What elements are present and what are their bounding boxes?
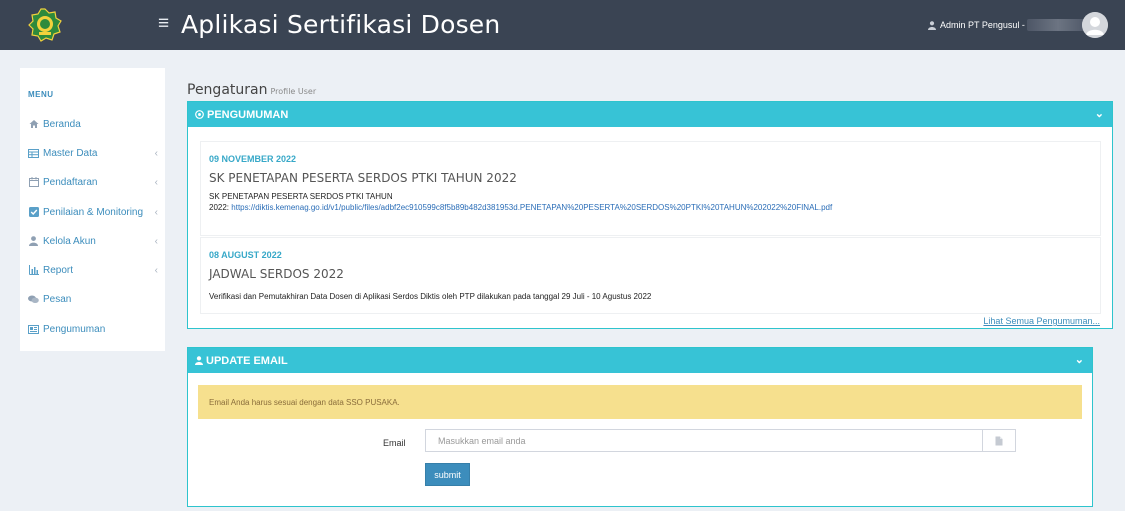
sidebar-item-report[interactable]: Report ‹ — [28, 260, 162, 280]
page-subtitle: Profile User — [270, 87, 317, 96]
user-label: Admin PT Pengusul - — [940, 20, 1025, 30]
chevron-left-icon: ‹ — [154, 147, 158, 159]
announcement-file-link[interactable]: https://diktis.kemenag.go.id/v1/public/f… — [231, 203, 832, 212]
sidebar-item-label: Pesan — [43, 293, 72, 305]
bar-chart-icon — [28, 265, 39, 276]
menu-header: MENU — [28, 90, 54, 99]
sidebar-item-kelola-akun[interactable]: Kelola Akun ‹ — [28, 231, 162, 251]
sidebar-item-label: Penilaian & Monitoring — [43, 206, 144, 218]
update-email-title: UPDATE EMAIL — [206, 354, 288, 367]
bullhorn-icon — [195, 110, 204, 119]
newspaper-icon — [28, 324, 39, 335]
announcement-title[interactable]: SK PENETAPAN PESERTA SERDOS PTKI TAHUN 2… — [209, 171, 517, 185]
update-email-box: UPDATE EMAIL ⌄ Email Anda harus sesuai d… — [187, 347, 1093, 507]
announcement-body-line: 2022: https://diktis.kemenag.go.id/v1/pu… — [209, 202, 832, 213]
sidebar-item-label: Master Data — [43, 147, 98, 159]
user-avatar-icon — [1082, 12, 1108, 38]
kemenag-emblem-icon — [28, 8, 62, 42]
sidebar-item-label: Pendaftaran — [43, 176, 98, 188]
top-navbar: ≡ Aplikasi Sertifikasi Dosen Admin PT Pe… — [0, 0, 1125, 50]
announcement-date: 08 AUGUST 2022 — [209, 250, 282, 260]
sidebar-item-pendaftaran[interactable]: Pendaftaran ‹ — [28, 172, 162, 192]
sidebar-item-pengumuman[interactable]: Pengumuman — [28, 319, 162, 339]
chevron-left-icon: ‹ — [154, 206, 158, 218]
email-label: Email — [383, 438, 406, 448]
chevron-left-icon: ‹ — [154, 176, 158, 188]
announcements-header: PENGUMUMAN ⌄ — [188, 102, 1112, 127]
comments-icon — [28, 294, 39, 305]
announcement-body-line: SK PENETAPAN PESERTA SERDOS PTKI TAHUN — [209, 192, 393, 201]
announcement-body-prefix: 2022: — [209, 203, 230, 212]
update-email-header: UPDATE EMAIL ⌄ — [188, 348, 1092, 373]
app-logo[interactable] — [0, 0, 90, 50]
sidebar-item-label: Kelola Akun — [43, 235, 96, 247]
user-icon — [195, 356, 203, 365]
page-title: Pengaturan Profile User — [187, 82, 316, 98]
email-warning-alert: Email Anda harus sesuai dengan data SSO … — [198, 385, 1082, 419]
app-title: Aplikasi Sertifikasi Dosen — [181, 10, 501, 39]
email-field[interactable] — [425, 429, 1016, 452]
sidebar-item-master-data[interactable]: Master Data ‹ — [28, 143, 162, 163]
announcement-body: Verifikasi dan Pemutakhiran Data Dosen d… — [209, 292, 652, 301]
announcement-title[interactable]: JADWAL SERDOS 2022 — [209, 267, 344, 281]
chevron-left-icon: ‹ — [154, 264, 158, 276]
announcement-body: SK PENETAPAN PESERTA SERDOS PTKI TAHUN 2… — [209, 191, 832, 213]
collapse-chevron-icon[interactable]: ⌄ — [1075, 353, 1084, 366]
see-all-announcements-link[interactable]: Lihat Semua Pengumuman... — [983, 316, 1100, 326]
sidebar-item-label: Pengumuman — [43, 323, 106, 335]
user-menu[interactable]: Admin PT Pengusul - — [928, 17, 1089, 33]
sidebar-item-pesan[interactable]: Pesan — [28, 289, 162, 309]
announcement-item: 08 AUGUST 2022 JADWAL SERDOS 2022 Verifi… — [200, 237, 1101, 314]
announcements-box: PENGUMUMAN ⌄ 09 NOVEMBER 2022 SK PENETAP… — [187, 101, 1113, 329]
collapse-chevron-icon[interactable]: ⌄ — [1095, 107, 1104, 120]
chevron-left-icon: ‹ — [154, 235, 158, 247]
user-icon — [28, 236, 39, 247]
file-icon — [995, 436, 1003, 445]
hamburger-icon[interactable]: ≡ — [158, 13, 169, 35]
user-icon — [928, 20, 936, 30]
sidebar-item-penilaian-monitoring[interactable]: Penilaian & Monitoring ‹ — [28, 202, 162, 222]
calendar-icon — [28, 177, 39, 188]
home-icon — [28, 119, 39, 130]
redacted-username — [1026, 19, 1089, 31]
input-addon — [982, 430, 1015, 451]
sidebar-item-label: Beranda — [43, 118, 81, 130]
announcements-title: PENGUMUMAN — [207, 108, 289, 121]
sidebar-item-beranda[interactable]: Beranda — [28, 114, 162, 134]
sidebar-item-label: Report — [43, 264, 74, 276]
sidebar: MENU Beranda Master Data ‹ Pendaftaran ‹… — [20, 68, 165, 351]
submit-button[interactable]: submit — [425, 463, 470, 486]
check-square-icon — [28, 207, 39, 218]
announcement-item: 09 NOVEMBER 2022 SK PENETAPAN PESERTA SE… — [200, 141, 1101, 236]
avatar[interactable] — [1082, 12, 1108, 38]
table-icon — [28, 148, 39, 159]
announcement-date: 09 NOVEMBER 2022 — [209, 154, 297, 164]
page-title-text: Pengaturan — [187, 82, 268, 98]
